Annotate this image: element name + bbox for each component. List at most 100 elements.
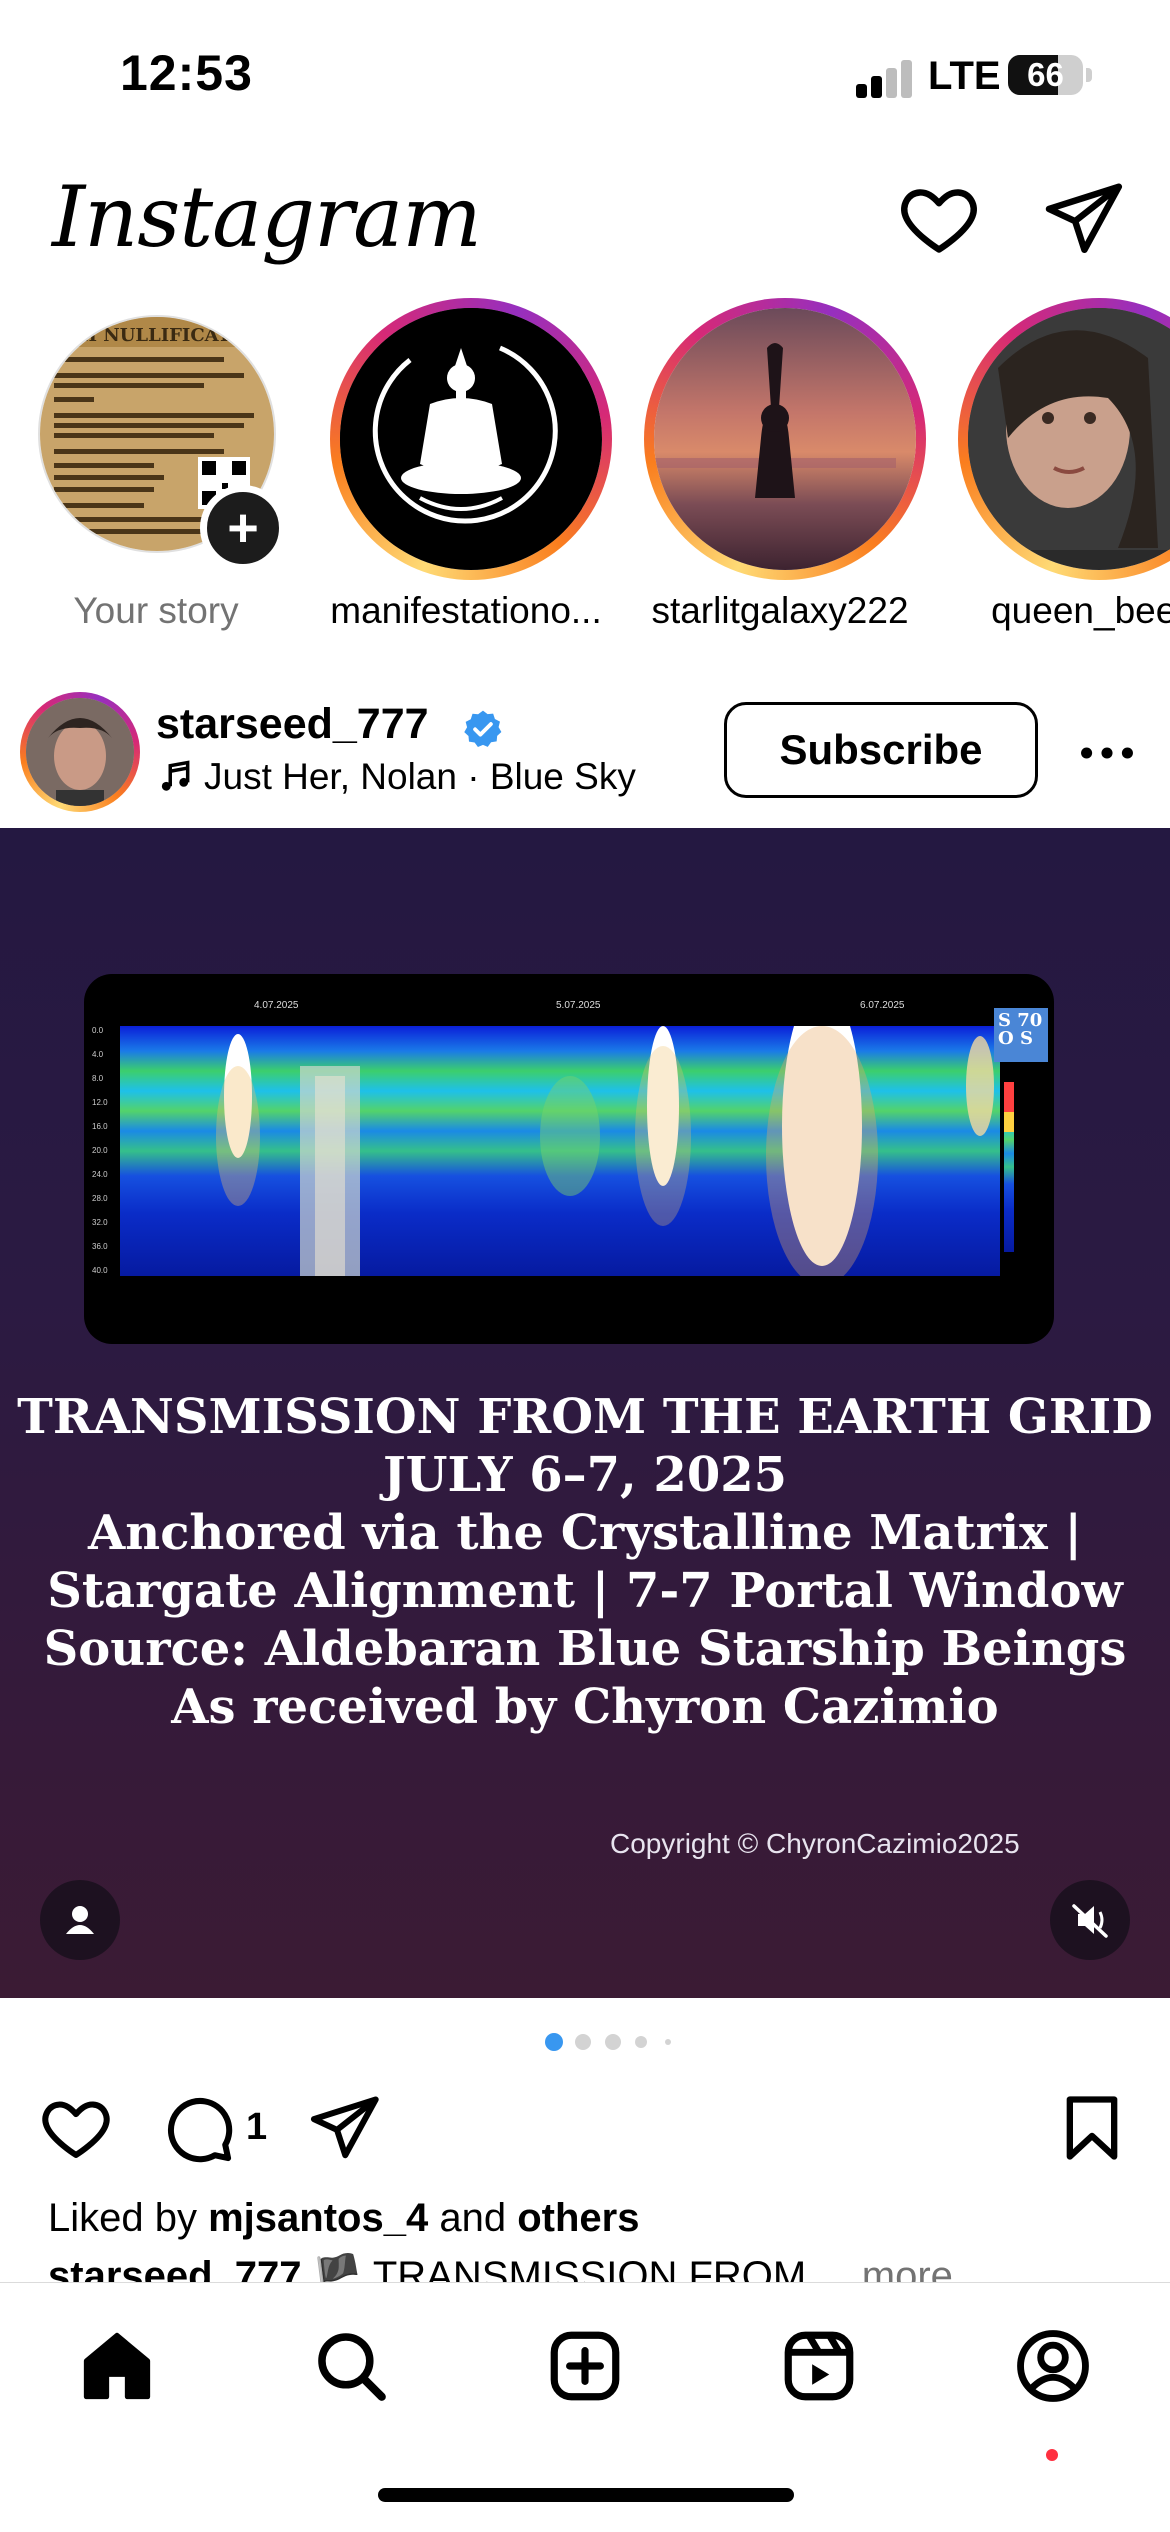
carousel-dot (635, 2036, 647, 2048)
create-icon[interactable] (544, 2325, 626, 2407)
cellular-signal-icon (856, 58, 916, 98)
carousel-indicator (0, 2030, 1170, 2054)
carousel-dot (605, 2034, 621, 2050)
music-note-icon (161, 760, 190, 791)
story-label: manifestationo... (330, 590, 602, 631)
reels-icon[interactable] (778, 2325, 860, 2407)
stories-tray: H NULLIFICATI + Your story manifestation… (0, 295, 1170, 640)
mute-toggle-button[interactable] (1050, 1880, 1130, 1960)
portrait-photo (968, 308, 1170, 550)
search-icon[interactable] (310, 2325, 392, 2407)
instagram-logo[interactable]: Instagram (52, 168, 482, 266)
spectrogram-date-row: 4.07.2025 5.07.2025 6.07.2025 (84, 986, 1054, 1026)
add-story-button[interactable]: + (200, 485, 286, 571)
copyright-text: Copyright © ChyronCazimio2025 (610, 1828, 1020, 1859)
spectrogram-y-tick: 8.0 (92, 1074, 104, 1083)
carousel-dot (575, 2034, 591, 2050)
story-ring (644, 298, 926, 580)
transmission-line: JULY 6–7, 2025 (382, 1447, 788, 1503)
music-track-label: Just Her, Nolan · Blue Sky (204, 756, 636, 797)
spectrogram-y-tick: 36.0 (92, 1242, 108, 1251)
liked-by-prefix: Liked by (48, 2196, 197, 2240)
spectrogram-badge: S 70 O S (994, 1008, 1048, 1062)
tagged-users-button[interactable] (40, 1880, 120, 1960)
story-label: queen_bee_ (991, 590, 1170, 631)
spectrogram-y-tick: 32.0 (92, 1218, 108, 1227)
author-portrait-photo (26, 698, 134, 806)
verified-badge-icon (464, 710, 502, 748)
transmission-line: Anchored via the Crystalline Matrix | (88, 1505, 1082, 1561)
status-time: 12:53 (120, 45, 253, 101)
story-avatar (968, 308, 1170, 570)
buddha-logo-icon (340, 308, 582, 550)
avatar (26, 698, 134, 806)
save-bookmark-icon[interactable] (1054, 2090, 1130, 2166)
comment-icon[interactable] (160, 2090, 236, 2166)
carousel-dot (665, 2039, 671, 2045)
like-heart-icon[interactable] (38, 2090, 114, 2166)
post-media[interactable]: 4.07.2025 5.07.2025 6.07.2025 0.0 4.0 8.0 1… (0, 828, 1170, 1998)
caption-preview[interactable]: starseed_777 🏴 TRANSMISSION FROM ... mor… (48, 2252, 1148, 2282)
speaker-muted-icon (1072, 1904, 1108, 1938)
story-starlitgalaxy222[interactable]: starlitgalaxy222 (618, 295, 926, 640)
svg-text:H NULLIFICATI: H NULLIFICATI (80, 325, 239, 346)
home-indicator[interactable] (378, 2488, 794, 2502)
spectrogram-date: 4.07.2025 (254, 1000, 299, 1011)
spectrogram-date: 6.07.2025 (860, 1000, 905, 1011)
caption-more-link[interactable]: ... more (817, 2254, 953, 2282)
carousel-dot (545, 2033, 563, 2051)
story-manifestationo[interactable]: manifestationo... (304, 295, 612, 640)
battery-percentage: 66 (1027, 56, 1064, 93)
more-options-icon[interactable] (1072, 718, 1142, 788)
transmission-line: Stargate Alignment | 7-7 Portal Window (47, 1563, 1123, 1619)
liked-by-text[interactable]: Liked by mjsantos_4 and others (48, 2196, 639, 2241)
post-author-avatar[interactable] (20, 692, 140, 812)
network-type: LTE (928, 54, 1001, 98)
story-ring (958, 298, 1170, 580)
liked-by-others[interactable]: others (517, 2196, 639, 2240)
notification-dot (1046, 2449, 1058, 2461)
spectrogram-y-tick: 28.0 (92, 1194, 108, 1203)
battery-icon: 66 (1008, 55, 1083, 95)
home-icon[interactable] (76, 2325, 158, 2407)
spectrogram-y-tick: 40.0 (92, 1266, 108, 1275)
spectrogram-image: 4.07.2025 5.07.2025 6.07.2025 0.0 4.0 8.0 1… (84, 974, 1054, 1344)
direct-message-icon[interactable] (1040, 176, 1126, 262)
spectrogram-plot (120, 1026, 1016, 1276)
caption-text: TRANSMISSION FROM (372, 2254, 807, 2282)
profile-icon[interactable] (1012, 2325, 1094, 2407)
status-bar: 12:53 LTE 66 (0, 0, 1170, 150)
heart-icon[interactable] (896, 176, 982, 262)
spectrogram-y-tick: 20.0 (92, 1146, 108, 1155)
transmission-line: As received by Chyron Cazimio (171, 1679, 999, 1735)
spectrogram-date: 5.07.2025 (556, 1000, 601, 1011)
silhouette-sunset-image (654, 343, 896, 498)
liked-by-user[interactable]: mjsantos_4 (208, 2196, 428, 2240)
post-actions: 1 (0, 2080, 1170, 2180)
spectrogram-y-tick: 24.0 (92, 1170, 108, 1179)
caption-flag-icon: 🏴 (312, 2254, 363, 2282)
spectrogram-y-tick: 4.0 (92, 1050, 104, 1059)
app-header: Instagram (0, 160, 1170, 290)
comment-count: 1 (246, 2106, 268, 2148)
share-icon[interactable] (306, 2090, 382, 2166)
story-label: starlitgalaxy222 (651, 590, 909, 631)
caption-username[interactable]: starseed_777 (48, 2254, 302, 2282)
story-your-story[interactable]: H NULLIFICATI + Your story (0, 295, 300, 640)
spectrogram-y-axis: 0.0 4.0 8.0 12.0 16.0 20.0 24.0 28.0 32.0 36.0 40.… (92, 1026, 118, 1276)
battery-nub (1086, 68, 1092, 82)
transmission-line: TRANSMISSION FROM THE EARTH GRID (17, 1389, 1153, 1445)
story-queen-bee[interactable]: queen_bee_ (932, 295, 1170, 640)
story-ring (330, 298, 612, 580)
subscribe-button[interactable]: Subscribe (724, 702, 1038, 798)
user-icon (66, 1906, 94, 1934)
spectrogram-y-tick: 12.0 (92, 1098, 108, 1107)
post-username[interactable]: starseed_777 (156, 700, 429, 749)
spectrogram-y-tick: 16.0 (92, 1122, 108, 1131)
transmission-line: Source: Aldebaran Blue Starship Beings (43, 1621, 1127, 1677)
story-avatar (654, 308, 916, 570)
transmission-text: TRANSMISSION FROM THE EARTH GRID JULY 6–… (0, 1388, 1170, 1736)
post-music-line[interactable]: Just Her, Nolan · Blue Sky (156, 756, 636, 798)
spectrogram-y-tick: 0.0 (92, 1026, 104, 1035)
story-label: Your story (73, 590, 239, 631)
